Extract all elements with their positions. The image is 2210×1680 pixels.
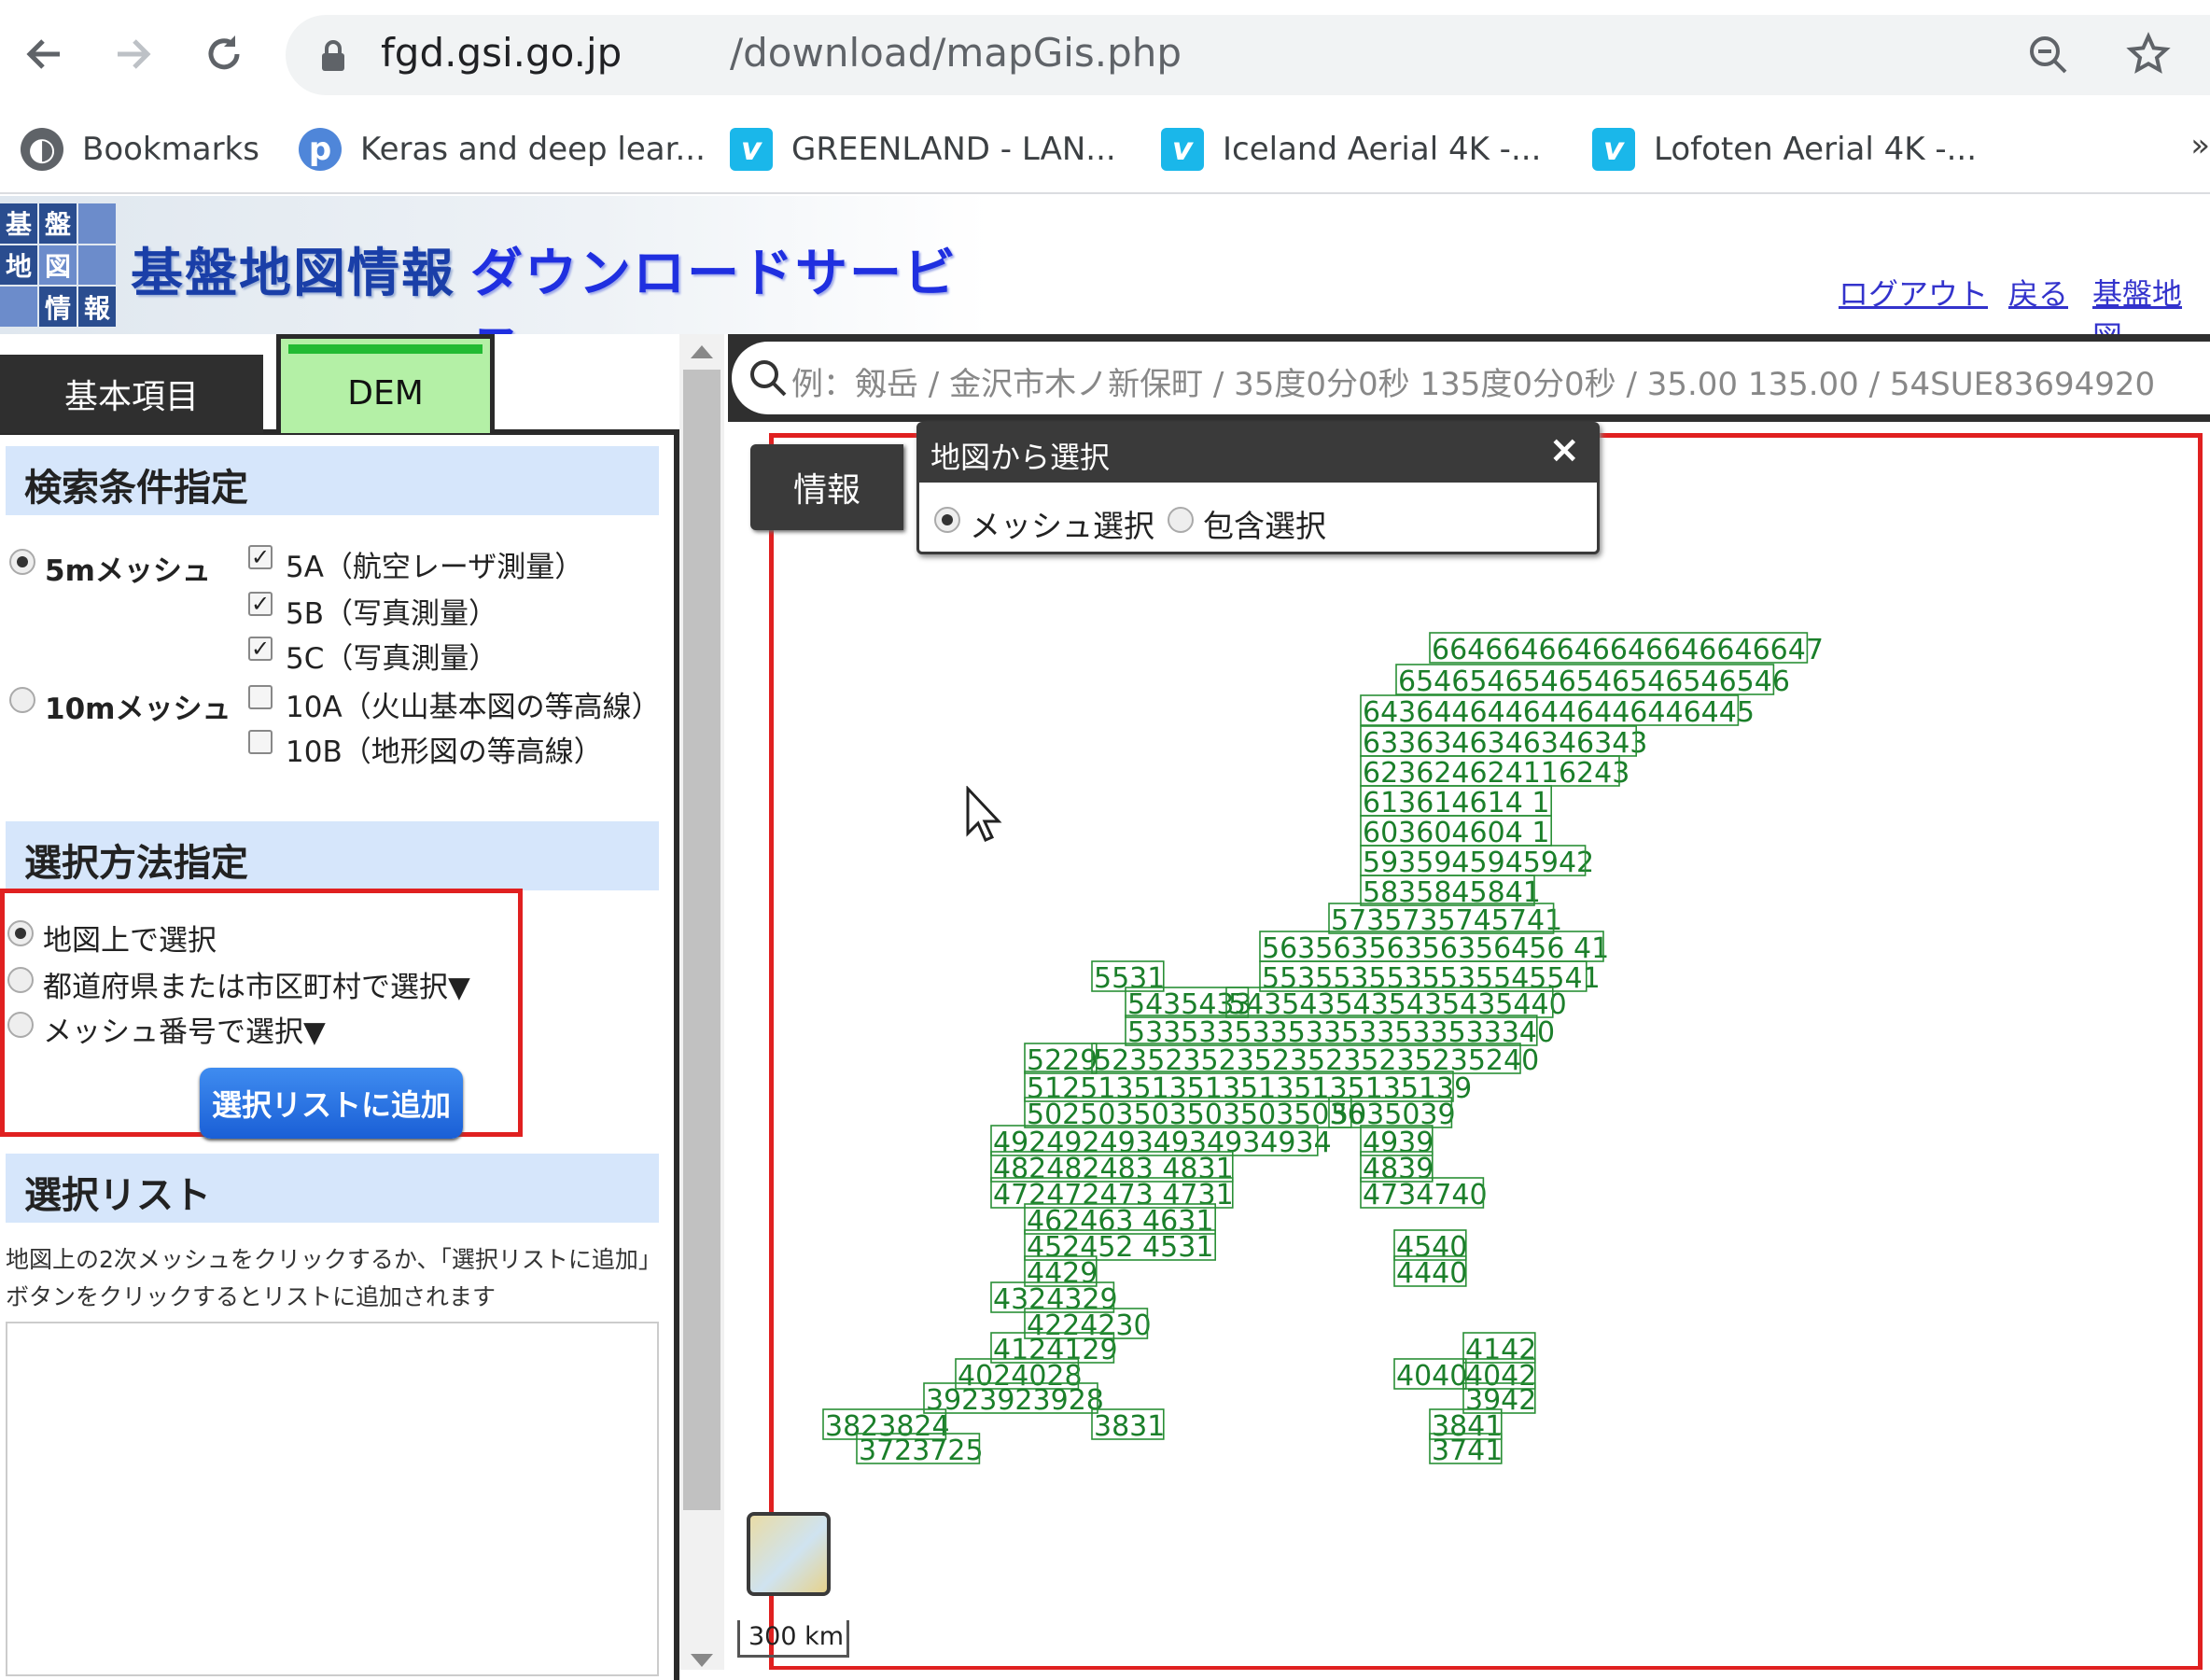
- bookmark-item-greenland[interactable]: v GREENLAND - LAN...: [730, 121, 1116, 177]
- back-link[interactable]: 戻る: [2008, 271, 2068, 314]
- url-domain: fgd.gsi.go.jp: [381, 30, 622, 76]
- label-5b: 5B（写真測量）: [286, 597, 497, 631]
- left-panel: 基本項目 DEM 検索条件指定 5mメッシュ ✓ 5A（航空レーザ測量） ✓ 5…: [0, 334, 679, 1680]
- select-by-pref-radio[interactable]: [7, 967, 34, 993]
- bookmark-label: Lofoten Aerial 4K -...: [1654, 131, 1978, 168]
- scroll-thumb[interactable]: [683, 370, 720, 1510]
- bookmark-label: Iceland Aerial 4K -...: [1223, 131, 1542, 168]
- checkbox-10b[interactable]: [248, 730, 273, 754]
- mesh-10m-radio[interactable]: [9, 687, 35, 713]
- info-button[interactable]: 情報: [750, 444, 903, 530]
- globe-icon: ◐: [21, 128, 63, 171]
- checkbox-5b[interactable]: ✓: [248, 592, 273, 616]
- search-icon: [748, 358, 788, 401]
- reload-icon[interactable]: [190, 21, 258, 88]
- select-by-mesh-label[interactable]: メッシュ番号で選択▼: [43, 1008, 326, 1050]
- tab-basic-items[interactable]: 基本項目: [0, 355, 263, 433]
- contain-select-label: 包含選択: [1203, 508, 1326, 544]
- map-scale-label: 300 km: [748, 1622, 845, 1651]
- bookmark-label: Keras and deep lear...: [360, 131, 706, 168]
- vimeo-icon: v: [1161, 128, 1204, 171]
- selection-list-heading: 選択リスト: [6, 1154, 659, 1223]
- map-search-input[interactable]: 例：剱岳 / 金沢市木ノ新保町 / 35度0分0秒 135度0分0秒 / 35.…: [791, 358, 2155, 404]
- p-circle-icon: p: [299, 128, 342, 171]
- zoom-icon[interactable]: [2027, 34, 2070, 80]
- back-arrow-icon[interactable]: [11, 21, 78, 88]
- bookmark-item-iceland[interactable]: v Iceland Aerial 4K -...: [1161, 121, 1541, 177]
- map-select-popup: 地図から選択 × メッシュ選択 包含選択: [916, 422, 1600, 554]
- mesh-5m-radio[interactable]: [9, 549, 35, 575]
- contain-select-radio[interactable]: [1168, 507, 1194, 533]
- select-on-map-label: 地図上で選択: [43, 924, 217, 958]
- map-highlight-frame: [769, 433, 2203, 1670]
- vimeo-icon: v: [1592, 128, 1635, 171]
- lock-icon: [319, 39, 347, 77]
- mesh-select-radio[interactable]: [934, 507, 960, 533]
- bookmarks-bar: ◐ Bookmarks p Keras and deep lear... v G…: [0, 108, 2210, 194]
- panel-scrollbar[interactable]: [679, 334, 724, 1670]
- vimeo-icon: v: [730, 128, 773, 171]
- scroll-up-arrow-icon[interactable]: [691, 345, 713, 358]
- site-title: 基盤地図情報: [131, 244, 455, 304]
- search-conditions-heading: 検索条件指定: [6, 446, 659, 515]
- bookmark-label: GREENLAND - LAN...: [791, 131, 1116, 168]
- mouse-cursor-icon: [965, 785, 1002, 846]
- mesh-5m-label: 5mメッシュ: [45, 554, 211, 588]
- bookmark-item-bookmarks[interactable]: ◐ Bookmarks: [21, 121, 259, 177]
- bookmarks-overflow-icon[interactable]: »: [2190, 127, 2210, 164]
- map-search-bar: 例：剱岳 / 金沢市木ノ新保町 / 35度0分0秒 135度0分0秒 / 35.…: [728, 334, 2210, 422]
- base-map-layer-button[interactable]: [747, 1512, 831, 1596]
- checkbox-5c[interactable]: ✓: [248, 637, 273, 661]
- label-5a: 5A（航空レーザ測量）: [286, 551, 584, 584]
- site-header: 基 盤 地 図 情 報 基盤地図情報 ダウンロードサービス ログアウト 戻る 基…: [0, 196, 2210, 380]
- header-banner: 基 盤 地 図 情 報 基盤地図情報 ダウンロードサービス: [0, 196, 989, 380]
- popup-title: 地図から選択: [930, 440, 1111, 475]
- bookmark-star-icon[interactable]: [2126, 32, 2171, 80]
- site-logo: 基 盤 地 図 情 報: [0, 203, 116, 327]
- logout-link[interactable]: ログアウト: [1839, 271, 1988, 314]
- browser-toolbar: fgd.gsi.go.jp /download/mapGis.php: [0, 0, 2210, 108]
- select-by-mesh-radio[interactable]: [7, 1012, 34, 1038]
- label-5c: 5C（写真測量）: [286, 642, 498, 676]
- tab-dem[interactable]: DEM: [276, 334, 495, 433]
- bookmark-item-lofoten[interactable]: v Lofoten Aerial 4K -...: [1592, 121, 1977, 177]
- select-on-map-radio[interactable]: [7, 920, 34, 946]
- label-10b: 10B（地形図の等高線）: [286, 735, 603, 769]
- selection-method-heading: 選択方法指定: [6, 821, 659, 890]
- selection-list-hint: 地図上の2次メッシュをクリックするか、「選択リストに追加」ボタンをクリックすると…: [6, 1246, 650, 1310]
- url-path: /download/mapGis.php: [730, 30, 1182, 76]
- label-10a: 10A（火山基本図の等高線）: [286, 691, 661, 724]
- close-icon[interactable]: ×: [1548, 428, 1580, 471]
- bookmark-label: Bookmarks: [82, 131, 259, 168]
- scroll-down-arrow-icon[interactable]: [691, 1654, 713, 1667]
- address-bar[interactable]: fgd.gsi.go.jp /download/mapGis.php: [286, 15, 2210, 95]
- forward-arrow-icon[interactable]: [99, 21, 166, 88]
- bookmark-item-keras[interactable]: p Keras and deep lear...: [299, 121, 706, 177]
- popup-title-bar: 地図から選択 ×: [919, 425, 1597, 483]
- map-search-field[interactable]: 例：剱岳 / 金沢市木ノ新保町 / 35度0分0秒 135度0分0秒 / 35.…: [732, 342, 2210, 414]
- checkbox-10a[interactable]: [248, 685, 273, 709]
- map-area[interactable]: 6646646646646646646647 654654654654654654…: [728, 334, 2210, 1670]
- mesh-10m-label: 10mメッシュ: [45, 693, 231, 726]
- select-by-pref-label[interactable]: 都道府県または市区町村で選択▼: [43, 963, 470, 1005]
- add-to-list-button[interactable]: 選択リストに追加: [200, 1068, 463, 1139]
- checkbox-5a[interactable]: ✓: [248, 545, 273, 569]
- mesh-select-label: メッシュ選択: [970, 508, 1154, 544]
- selection-list-box[interactable]: [6, 1322, 659, 1676]
